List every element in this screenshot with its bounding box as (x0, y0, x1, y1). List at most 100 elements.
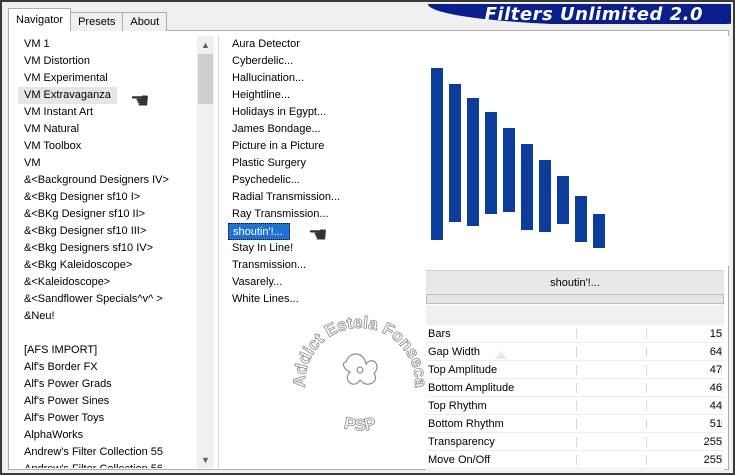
param-row[interactable]: Gap Width 64 (426, 343, 724, 361)
category-item[interactable]: VM Toolbox (18, 138, 196, 155)
category-item[interactable]: &<BKg Designer sf10 II> (18, 206, 196, 223)
category-item[interactable]: Andrew's Filter Collection 56 (18, 461, 196, 468)
param-row[interactable]: Top Rhythm 44 (426, 397, 724, 415)
param-row[interactable]: Bars 15 (426, 325, 724, 343)
slider-tick (576, 365, 577, 375)
param-name: Top Rhythm (428, 400, 487, 412)
param-row[interactable]: Bottom Amplitude 46 (426, 379, 724, 397)
category-item[interactable]: VM Experimental (18, 70, 196, 87)
category-item[interactable]: VM Extravaganza (18, 87, 117, 104)
filter-item[interactable]: Plastic Surgery (228, 155, 416, 172)
parameter-list: Bars 15 Gap Width 64 Top Amplitude 47 Bottom A… (426, 325, 724, 470)
param-value: 51 (709, 418, 722, 430)
category-item[interactable]: VM (18, 155, 196, 172)
preview-bar (593, 214, 605, 248)
slider-tick (646, 383, 647, 393)
category-item[interactable]: &Neu! (18, 308, 196, 325)
scroll-down-icon[interactable]: ▼ (197, 451, 214, 468)
spacer (426, 305, 724, 325)
category-item[interactable]: &<Bkg Designer sf10 III> (18, 223, 196, 240)
list-divider (218, 36, 219, 468)
category-item[interactable]: Alf's Power Toys (18, 410, 196, 427)
filter-item[interactable]: Ray Transmission... (228, 206, 416, 223)
preview-bar (575, 196, 587, 242)
category-item[interactable]: &<Sandflower Specials^v^ > (18, 291, 196, 308)
progress-bar (426, 294, 724, 304)
pointing-hand-icon: ☚ (130, 88, 150, 113)
preview-bar (503, 128, 515, 212)
filter-item[interactable]: Vasarely... (228, 274, 416, 291)
tab-navigator[interactable]: Navigator (8, 8, 72, 31)
category-item[interactable]: Andrew's Filter Collection 55 (18, 444, 196, 461)
category-scrollbar[interactable]: ▲ ▼ (197, 36, 214, 468)
filter-item[interactable]: Transmission... (228, 257, 416, 274)
preview-bar (557, 176, 569, 224)
filter-item[interactable]: Heightline... (228, 87, 416, 104)
scroll-thumb[interactable] (198, 54, 213, 104)
param-row[interactable]: Bottom Rhythm 51 (426, 415, 724, 433)
param-name: Bars (428, 328, 451, 340)
filter-item[interactable]: James Bondage... (228, 121, 416, 138)
param-name: Transparency (428, 436, 495, 448)
slider-tick (576, 455, 577, 465)
param-value: 46 (709, 382, 722, 394)
preview-bar (539, 160, 551, 232)
slider-tick (576, 401, 577, 411)
category-item[interactable]: VM 1 (18, 36, 196, 53)
category-item[interactable]: &<Kaleidoscope> (18, 274, 196, 291)
category-item[interactable]: [AFS IMPORT] (18, 342, 196, 359)
filter-item[interactable]: Aura Detector (228, 36, 416, 53)
slider-tick (576, 437, 577, 447)
slider-tick (646, 329, 647, 339)
filter-item[interactable]: Holidays in Egypt... (228, 104, 416, 121)
filter-item[interactable]: Psychedelic... (228, 172, 416, 189)
filter-item[interactable]: Picture in a Picture (228, 138, 416, 155)
category-item[interactable]: Alf's Border FX (18, 359, 196, 376)
param-value: 15 (709, 328, 722, 340)
slider-tick (646, 347, 647, 357)
category-item[interactable]: &<Background Designers IV> (18, 172, 196, 189)
slider-tick (646, 455, 647, 465)
tab-about[interactable]: About (122, 12, 168, 31)
filter-list[interactable]: Aura Detector Cyberdelic... Hallucination.… (228, 36, 416, 468)
category-item[interactable]: VM Instant Art (18, 104, 196, 121)
category-item[interactable] (18, 325, 196, 342)
preview-bars (431, 68, 605, 248)
param-name: Move On/Off (428, 454, 491, 466)
category-item[interactable]: &<Bkg Kaleidoscope> (18, 257, 196, 274)
category-item[interactable]: &<Bkg Designers sf10 IV> (18, 240, 196, 257)
filter-item[interactable]: White Lines... (228, 291, 416, 308)
scroll-up-icon[interactable]: ▲ (197, 36, 214, 53)
category-item[interactable]: VM Natural (18, 121, 196, 138)
filter-item[interactable]: Cyberdelic... (228, 53, 416, 70)
filter-preview (421, 36, 729, 266)
category-item[interactable]: Alf's Power Sines (18, 393, 196, 410)
param-row[interactable]: Top Amplitude 47 (426, 361, 724, 379)
preview-bar (485, 112, 497, 214)
param-row[interactable]: Transparency 255 (426, 433, 724, 451)
tab-presets[interactable]: Presets (70, 12, 124, 31)
category-item[interactable]: VM Distortion (18, 53, 196, 70)
slider-tick (646, 365, 647, 375)
param-name: Bottom Rhythm (428, 418, 504, 430)
param-name: Gap Width (428, 346, 480, 358)
category-item[interactable]: AlphaWorks (18, 427, 196, 444)
slider-tick (576, 347, 577, 357)
param-value: 255 (703, 454, 722, 466)
category-item[interactable]: &<Bkg Designer sf10 I> (18, 189, 196, 206)
slider-tick (646, 419, 647, 429)
param-value: 255 (703, 436, 722, 448)
param-row[interactable]: Move On/Off 255 (426, 451, 724, 469)
tab-bar: Navigator Presets About (8, 8, 168, 31)
category-list[interactable]: VM 1 VM Distortion VM Experimental VM Extra… (18, 36, 196, 468)
slider-tick (576, 383, 577, 393)
category-item[interactable]: Alf's Power Grads (18, 376, 196, 393)
preview-bar (449, 84, 461, 222)
header-banner: Filters Unlimited 2.0 (428, 4, 731, 24)
filter-item[interactable]: shoutin'!... (228, 223, 290, 240)
filter-item[interactable]: Radial Transmission... (228, 189, 416, 206)
slider-tick (576, 329, 577, 339)
preview-bar (521, 144, 533, 230)
pointing-hand-icon: ☚ (308, 222, 328, 247)
filter-item[interactable]: Hallucination... (228, 70, 416, 87)
